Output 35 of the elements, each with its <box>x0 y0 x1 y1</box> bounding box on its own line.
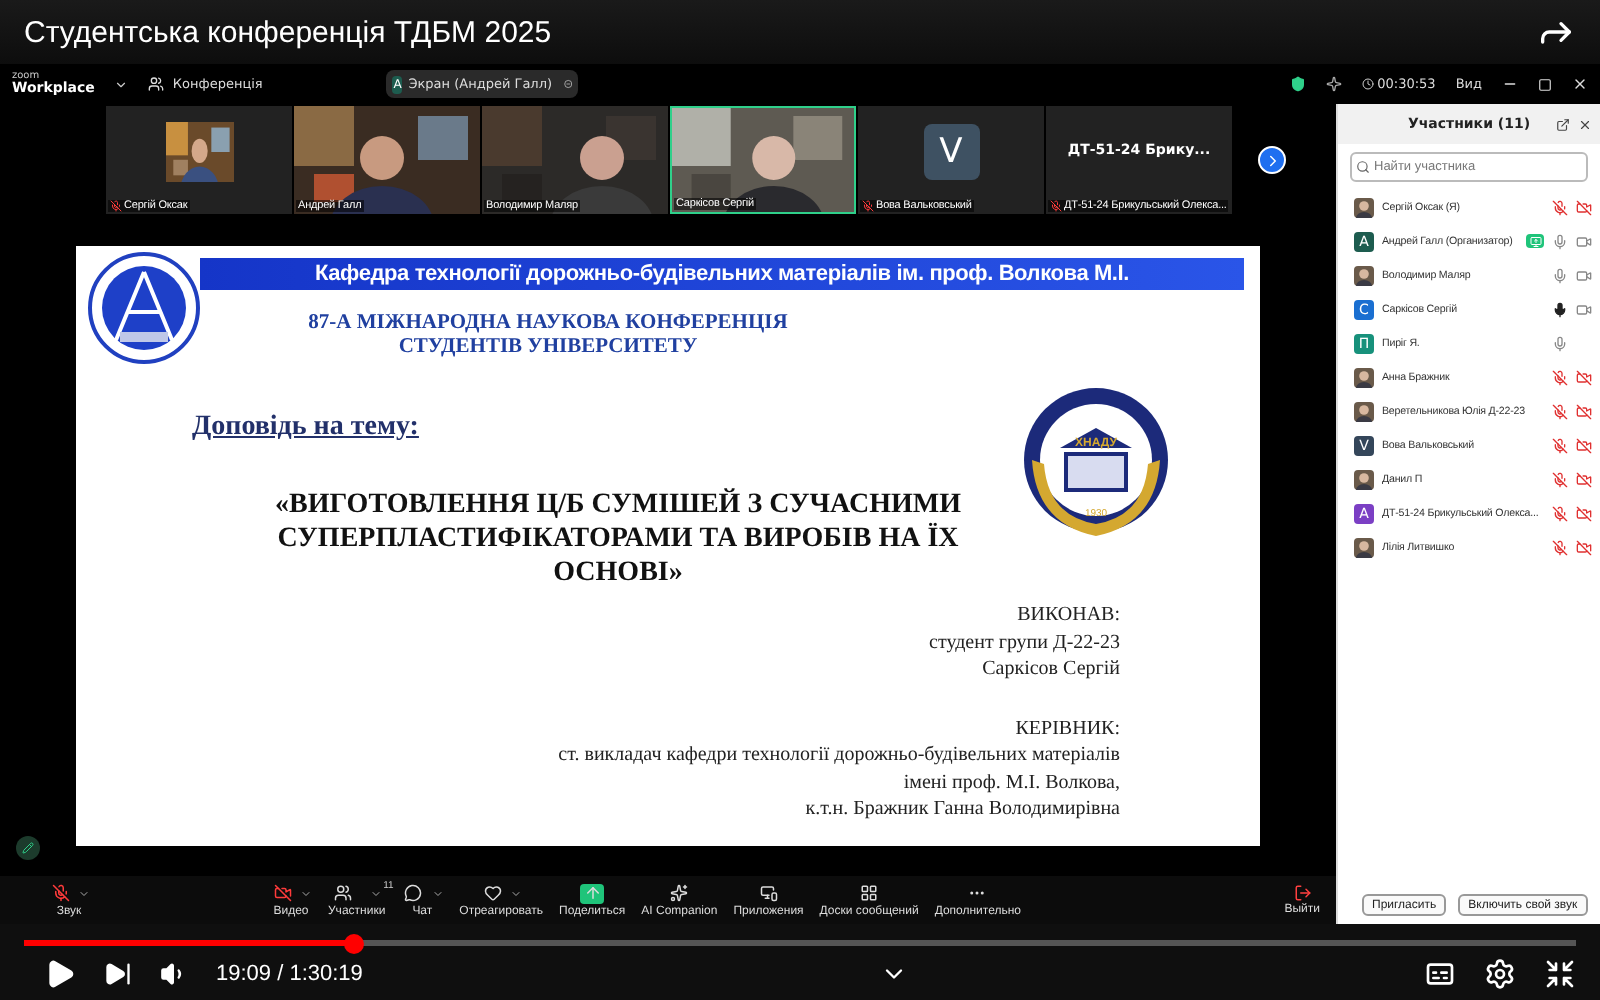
video-title: Студентська конференція ТДБМ 2025 <box>24 15 552 49</box>
next-page-button[interactable] <box>1258 146 1286 174</box>
avatar-letter: V <box>923 124 979 180</box>
play-button[interactable] <box>44 957 76 989</box>
author-line: Саркісов Сергій <box>982 656 1120 683</box>
department-logo <box>88 252 200 364</box>
next-button[interactable] <box>104 959 132 987</box>
conference-title: 87-А МІЖНАРОДНА НАУКОВА КОНФЕРЕНЦІЯ <box>308 312 788 336</box>
progress-handle[interactable] <box>343 933 363 953</box>
captions-icon[interactable] <box>1424 957 1456 989</box>
author-line: студент групи Д-22-23 <box>929 629 1120 656</box>
minus-circle-icon[interactable] <box>564 76 573 92</box>
time-display: 19:09 / 1:30:19 <box>216 961 363 985</box>
conference-title: СТУДЕНТІВ УНІВЕРСИТЕТУ <box>398 336 698 360</box>
edit-icon[interactable] <box>16 836 40 860</box>
department-name: Кафедра технології дорожньо-будівельних матеріалів ім. проф. Волкова М.І. <box>314 262 1129 286</box>
search-icon <box>1356 160 1370 174</box>
leave-icon <box>1293 884 1312 902</box>
caret-icon[interactable] <box>114 77 129 91</box>
shield-icon[interactable] <box>1289 76 1306 92</box>
people-icon <box>148 76 165 92</box>
clock-icon <box>1361 78 1374 90</box>
author-line: ВИКОНАВ: <box>1017 602 1120 629</box>
supervisor-line: к.т.н. Бражник Ганна Володимирівна <box>805 796 1120 823</box>
settings-icon[interactable] <box>1484 957 1516 989</box>
sparkle-icon[interactable] <box>1325 76 1342 92</box>
maximize-icon[interactable] <box>1538 77 1552 91</box>
exit-fullscreen-icon[interactable] <box>1544 957 1576 989</box>
subject-label: Доповідь на тему: <box>192 412 419 444</box>
close-icon[interactable] <box>1578 117 1592 131</box>
supervisor-line: ст. викладач кафедри технології дорожньо-будівельних матеріалів <box>558 742 1120 769</box>
supervisor-line: КЕРІВНИК: <box>1015 715 1120 742</box>
popout-icon[interactable] <box>1556 117 1570 131</box>
report-title: «ВИГОТОВЛЕННЯ Ц/Б СУМІШЕЙ З СУЧАСНИМИ СУПЕРПЛАСТИФІКАТОРАМИ ТА ВИРОБІВ НА ЇХ ОСНОВІ» <box>273 488 963 590</box>
supervisor-line: імені проф. М.І. Волкова, <box>903 769 1120 796</box>
